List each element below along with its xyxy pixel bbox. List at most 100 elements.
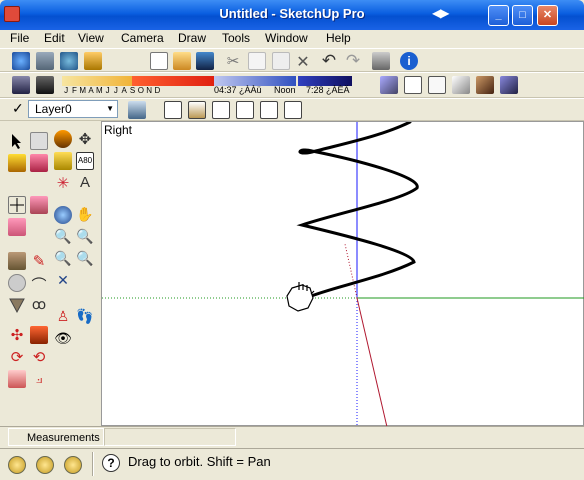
rectangle-icon[interactable]	[8, 252, 26, 270]
previous-view-icon[interactable]: 🔍	[54, 250, 72, 268]
maximize-button[interactable]: □	[512, 5, 533, 26]
menu-help[interactable]: Help	[326, 31, 351, 45]
top-view-icon[interactable]	[188, 101, 206, 119]
orbit-icon[interactable]	[54, 206, 72, 224]
paint-bucket-icon[interactable]	[8, 154, 26, 172]
time-slider-morning[interactable]	[132, 76, 214, 86]
time-start-label: 04:37 ¿ÀÀü	[214, 85, 262, 95]
menu-tools[interactable]: Tools	[222, 31, 250, 45]
zoom-extents-icon[interactable]: 🔍	[76, 250, 94, 268]
credits-icon[interactable]	[36, 456, 54, 474]
title-bar: Untitled - SketchUp Pro ◀▶ _ □ ✕	[0, 0, 584, 30]
push-pull-icon[interactable]	[30, 196, 48, 214]
line-icon[interactable]: ✎	[30, 252, 48, 270]
google-sign-in-icon[interactable]	[64, 456, 82, 474]
tape-measure-icon[interactable]	[54, 152, 72, 170]
circle-icon[interactable]	[8, 274, 26, 292]
help-icon[interactable]: ?	[102, 454, 120, 472]
measurements-input[interactable]	[104, 428, 236, 446]
front-view-icon[interactable]	[212, 101, 230, 119]
left-view-icon[interactable]	[284, 101, 302, 119]
axes-icon[interactable]: ✳	[54, 174, 72, 192]
status-message: Drag to orbit. Shift = Pan	[128, 454, 271, 469]
scale-icon[interactable]: ⟲	[30, 348, 48, 366]
print-icon[interactable]	[372, 52, 390, 70]
freehand-icon[interactable]: ꝏ	[30, 296, 48, 314]
arc-icon[interactable]: ⌒	[30, 274, 48, 294]
red-axis-negative	[344, 243, 358, 299]
scene-canvas[interactable]	[102, 122, 584, 427]
select-icon[interactable]	[8, 132, 26, 150]
offset-icon[interactable]	[8, 218, 26, 236]
model-info-icon[interactable]: i	[400, 52, 418, 70]
time-noon-label: Noon	[274, 85, 296, 95]
shadow-settings-icon[interactable]	[12, 76, 30, 94]
rotate-arrows-icon[interactable]: ⟳	[8, 348, 26, 366]
eraser-icon[interactable]	[30, 154, 48, 172]
chevron-down-icon: ▼	[106, 104, 114, 113]
open-file-icon[interactable]	[173, 52, 191, 70]
sandbox-icon[interactable]: ⟓	[30, 370, 48, 388]
cut-icon[interactable]: ✂	[224, 52, 242, 70]
checkmark-icon[interactable]: ✓	[12, 100, 24, 117]
menu-edit[interactable]: Edit	[44, 31, 65, 45]
get-photo-texture-icon[interactable]	[84, 52, 102, 70]
look-around-eye-icon[interactable]: 👁	[54, 330, 72, 348]
geo-location-icon[interactable]	[8, 456, 26, 474]
iso-view-icon[interactable]	[164, 101, 182, 119]
right-view-icon[interactable]	[236, 101, 254, 119]
share-model-icon[interactable]	[36, 52, 54, 70]
move-icon[interactable]	[8, 196, 26, 214]
rotate-icon[interactable]: ✣	[8, 326, 26, 344]
save-file-icon[interactable]	[196, 52, 214, 70]
menu-window[interactable]: Window	[265, 31, 308, 45]
close-button[interactable]: ✕	[537, 5, 558, 26]
text-tool-icon[interactable]: A80	[76, 152, 94, 170]
position-camera-icon[interactable]: ✕	[54, 272, 72, 290]
zoom-icon[interactable]: 🔍	[54, 228, 72, 246]
polygon-icon[interactable]	[8, 296, 26, 314]
standard-toolbar: ✂ ✕ ↶ ↷ i	[0, 48, 584, 119]
measurements-label: Measurements	[8, 428, 104, 446]
redo-icon[interactable]: ↷	[344, 51, 362, 70]
make-component-icon[interactable]	[30, 132, 48, 150]
nav-arrows-icon[interactable]: ◀▶	[432, 6, 458, 24]
back-view-icon[interactable]	[260, 101, 278, 119]
layer-manager-icon[interactable]	[128, 101, 146, 119]
share-component-icon[interactable]	[60, 52, 78, 70]
layer-dropdown[interactable]: Layer0 ▼	[28, 100, 118, 118]
monochrome-icon[interactable]	[500, 76, 518, 94]
hidden-line-icon[interactable]	[428, 76, 446, 94]
menu-draw[interactable]: Draw	[178, 31, 206, 45]
menu-view[interactable]: View	[78, 31, 104, 45]
shaded-icon[interactable]	[452, 76, 470, 94]
shaded-textures-icon[interactable]	[476, 76, 494, 94]
walk-icon[interactable]: ♙	[54, 308, 72, 326]
display-shadows-icon[interactable]	[36, 76, 54, 94]
3d-text-icon[interactable]: A	[76, 174, 94, 192]
zoom-window-icon[interactable]: 🔍	[76, 228, 94, 246]
paste-icon[interactable]	[272, 52, 290, 70]
tool-palette: ✥ A80 ✳ A ✋ 🔍 🔍 🔍 🔍 ✕ ✎ ⌒ ꝏ ♙ 👣 👁 ✣ ⟳ ⟲ …	[0, 122, 100, 424]
intersect-icon[interactable]	[8, 370, 26, 388]
model-viewport[interactable]: Right	[101, 121, 584, 427]
follow-me-icon[interactable]	[30, 326, 48, 344]
menu-file[interactable]: File	[10, 31, 29, 45]
new-file-icon[interactable]	[150, 52, 168, 70]
wireframe-icon[interactable]	[404, 76, 422, 94]
status-bar	[0, 448, 584, 480]
copy-icon[interactable]	[248, 52, 266, 70]
time-end-label: 7:28 ¿ÀÈÄ	[306, 85, 350, 95]
undo-icon[interactable]: ↶	[320, 51, 338, 70]
minimize-button[interactable]: _	[488, 5, 509, 26]
menu-camera[interactable]: Camera	[121, 31, 164, 45]
get-models-icon[interactable]	[12, 52, 30, 70]
pan-icon[interactable]: ✋	[76, 206, 94, 224]
spiral-curve[interactable]	[296, 122, 419, 300]
walk-tool-icon[interactable]	[54, 130, 72, 148]
erase-icon[interactable]: ✕	[294, 52, 312, 71]
xray-icon[interactable]	[380, 76, 398, 94]
look-around-icon[interactable]: ✥	[76, 130, 94, 148]
footprints-icon[interactable]: 👣	[76, 308, 94, 326]
status-separator	[92, 452, 94, 476]
